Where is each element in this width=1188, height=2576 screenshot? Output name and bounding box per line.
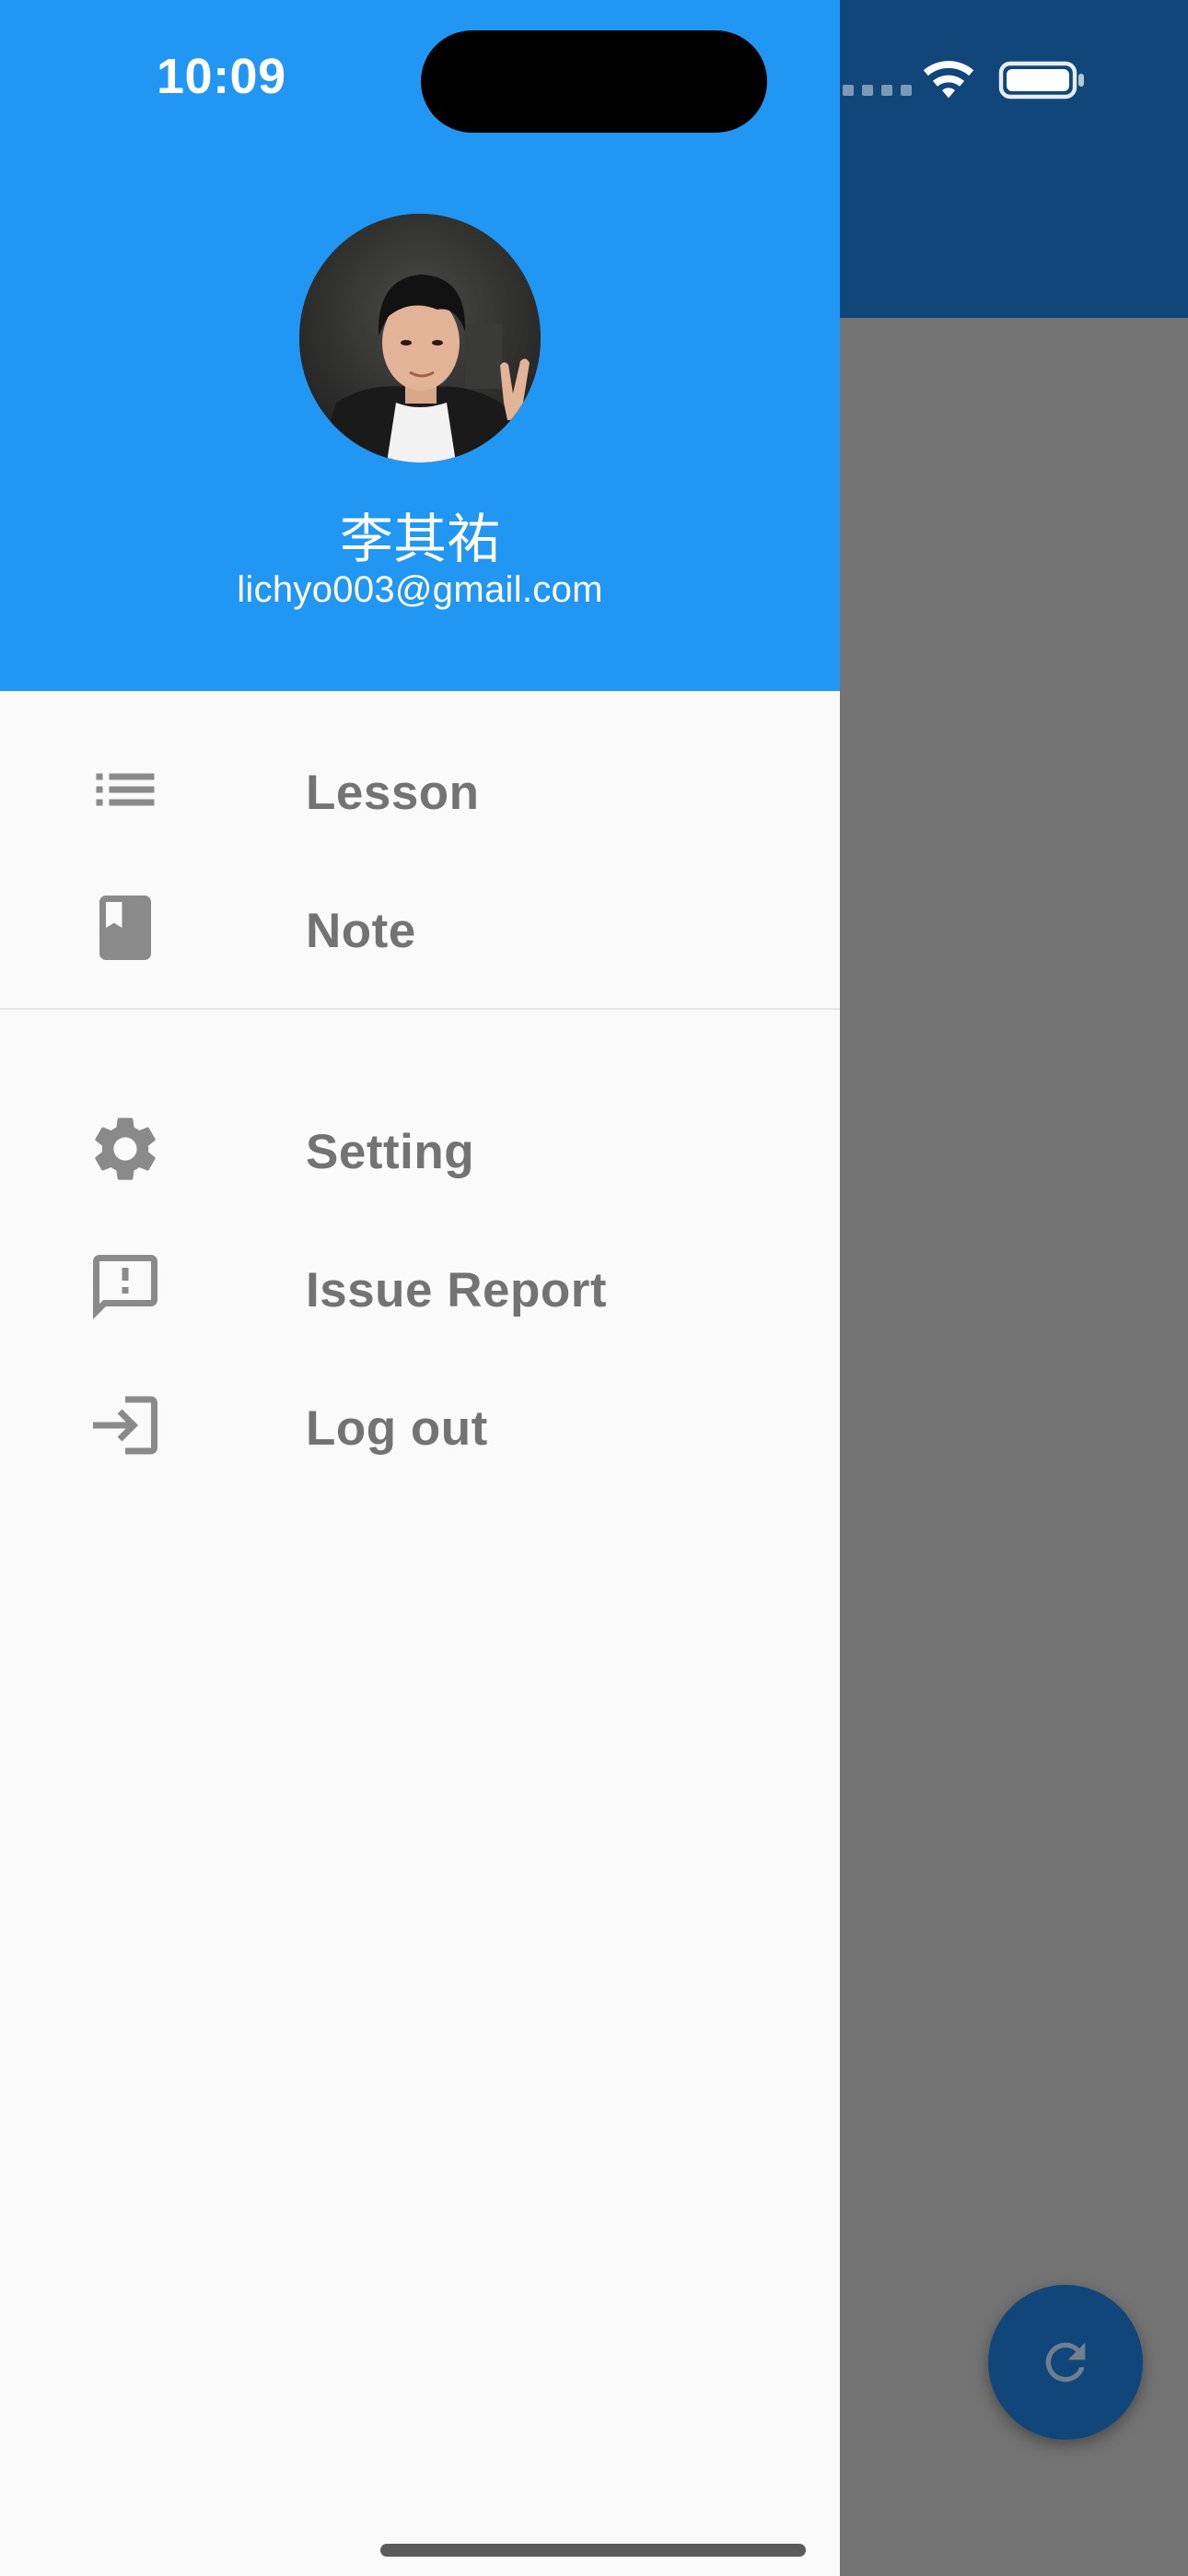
feedback-icon [87,1248,164,1326]
refresh-fab-button[interactable] [988,2285,1143,2440]
menu-item-label: Lesson [306,766,480,820]
user-email: lichyo003@gmail.com [237,569,603,610]
menu-item-label: Log out [306,1401,488,1456]
wifi-icon [923,61,974,99]
menu-item-log-out[interactable]: Log out [0,1356,840,1494]
navigation-drawer: 李其祐 lichyo003@gmail.com Lesson Note Sett… [0,0,840,2576]
avatar-photo [299,214,541,463]
login-icon [87,1387,164,1464]
menu-item-label: Setting [306,1125,475,1179]
dynamic-island [421,30,767,133]
cellular-signal-icon [843,85,912,96]
status-bar-time: 10:09 [157,49,286,104]
battery-icon [998,61,1084,100]
menu-divider [0,1008,840,1010]
menu-item-setting[interactable]: Setting [0,1080,840,1218]
menu-item-note[interactable]: Note [0,859,840,997]
avatar [299,214,541,463]
menu-item-label: Note [306,904,416,958]
home-indicator[interactable] [380,2544,806,2557]
menu-item-label: Issue Report [306,1263,608,1317]
bookmark-book-icon [87,889,164,966]
menu-item-lesson[interactable]: Lesson [0,720,840,859]
refresh-icon [1045,2342,1086,2383]
menu-item-issue-report[interactable]: Issue Report [0,1218,840,1356]
list-icon [87,751,164,828]
gear-icon [87,1110,164,1188]
user-name: 李其祐 [339,508,500,570]
